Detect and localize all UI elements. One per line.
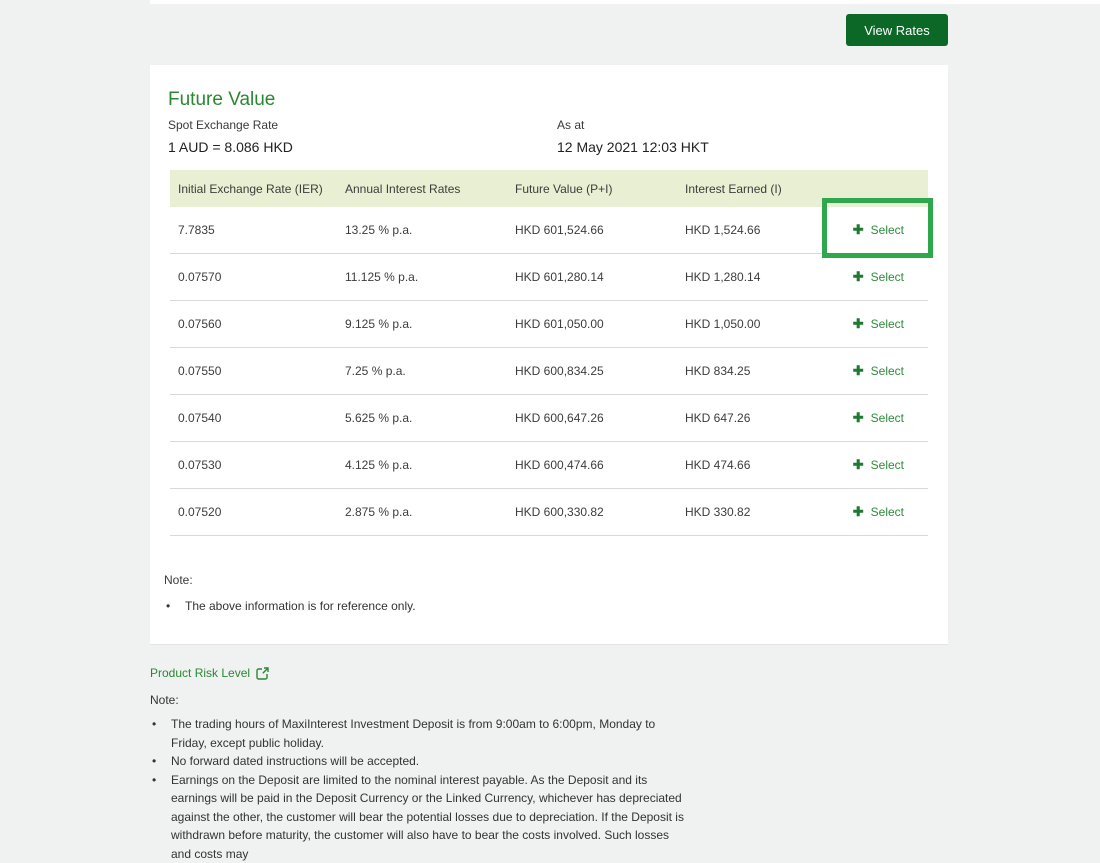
select-label: Select bbox=[871, 270, 904, 284]
table-row: 0.07540 5.625 % p.a. HKD 600,647.26 HKD … bbox=[170, 395, 928, 442]
page-title: Future Value bbox=[168, 89, 275, 111]
cell-interest-earned: HKD 834.25 bbox=[677, 364, 852, 378]
plus-icon: ✚ bbox=[853, 270, 864, 283]
header-ier: Initial Exchange Rate (IER) bbox=[170, 182, 337, 196]
cell-ier: 0.07530 bbox=[170, 458, 337, 472]
cell-future-value: HKD 600,330.82 bbox=[507, 505, 677, 519]
cell-annual-interest: 13.25 % p.a. bbox=[337, 223, 507, 237]
cell-select: ✚ Select bbox=[852, 411, 928, 426]
view-rates-button[interactable]: View Rates bbox=[846, 14, 948, 46]
cell-select: ✚ Select bbox=[852, 270, 928, 285]
plus-icon: ✚ bbox=[853, 364, 864, 377]
footer-note-item: Earnings on the Deposit are limited to t… bbox=[150, 771, 684, 863]
future-value-card: Future Value Spot Exchange Rate 1 AUD = … bbox=[150, 65, 948, 645]
cell-select: ✚ Select bbox=[852, 458, 928, 473]
cell-interest-earned: HKD 647.26 bbox=[677, 411, 852, 425]
cell-interest-earned: HKD 1,050.00 bbox=[677, 317, 852, 331]
select-link[interactable]: ✚ Select bbox=[853, 458, 904, 472]
footer-note-item: No forward dated instructions will be ac… bbox=[150, 752, 684, 771]
header-interest-earned: Interest Earned (I) bbox=[677, 182, 852, 196]
as-at: As at 12 May 2021 12:03 HKT bbox=[557, 118, 709, 155]
table-row: 0.07570 11.125 % p.a. HKD 601,280.14 HKD… bbox=[170, 254, 928, 301]
plus-icon: ✚ bbox=[853, 505, 864, 518]
product-risk-level-link[interactable]: Product Risk Level bbox=[150, 666, 269, 680]
cell-ier: 0.07560 bbox=[170, 317, 337, 331]
spot-rate-label: Spot Exchange Rate bbox=[168, 118, 293, 132]
table-row: 7.7835 13.25 % p.a. HKD 601,524.66 HKD 1… bbox=[170, 207, 928, 254]
header-annual-interest: Annual Interest Rates bbox=[337, 182, 507, 196]
select-link[interactable]: ✚ Select bbox=[853, 223, 904, 237]
cell-ier: 0.07540 bbox=[170, 411, 337, 425]
cell-annual-interest: 9.125 % p.a. bbox=[337, 317, 507, 331]
select-link[interactable]: ✚ Select bbox=[853, 364, 904, 378]
cell-annual-interest: 7.25 % p.a. bbox=[337, 364, 507, 378]
cell-future-value: HKD 600,834.25 bbox=[507, 364, 677, 378]
table-row: 0.07550 7.25 % p.a. HKD 600,834.25 HKD 8… bbox=[170, 348, 928, 395]
card-note-item: The above information is for reference o… bbox=[164, 597, 416, 616]
cell-select: ✚ Select bbox=[852, 364, 928, 379]
spot-rate-value: 1 AUD = 8.086 HKD bbox=[168, 139, 293, 155]
select-label: Select bbox=[871, 411, 904, 425]
as-at-value: 12 May 2021 12:03 HKT bbox=[557, 139, 709, 155]
cell-future-value: HKD 601,050.00 bbox=[507, 317, 677, 331]
as-at-label: As at bbox=[557, 118, 709, 132]
cell-annual-interest: 2.875 % p.a. bbox=[337, 505, 507, 519]
cell-select: ✚ Select bbox=[852, 505, 928, 520]
cell-annual-interest: 11.125 % p.a. bbox=[337, 270, 507, 284]
card-note: Note: The above information is for refer… bbox=[164, 573, 416, 616]
cell-select: ✚ Select bbox=[852, 317, 928, 332]
select-link[interactable]: ✚ Select bbox=[853, 317, 904, 331]
cell-annual-interest: 4.125 % p.a. bbox=[337, 458, 507, 472]
select-label: Select bbox=[871, 505, 904, 519]
select-link[interactable]: ✚ Select bbox=[853, 505, 904, 519]
cell-ier: 0.07520 bbox=[170, 505, 337, 519]
cell-ier: 7.7835 bbox=[170, 223, 337, 237]
footer-note-item: The trading hours of MaxiInterest Invest… bbox=[150, 715, 684, 752]
cell-interest-earned: HKD 1,280.14 bbox=[677, 270, 852, 284]
spot-exchange-rate: Spot Exchange Rate 1 AUD = 8.086 HKD bbox=[168, 118, 293, 155]
table-row: 0.07520 2.875 % p.a. HKD 600,330.82 HKD … bbox=[170, 489, 928, 536]
future-value-table: Initial Exchange Rate (IER) Annual Inter… bbox=[170, 170, 928, 536]
cell-interest-earned: HKD 330.82 bbox=[677, 505, 852, 519]
cell-ier: 0.07570 bbox=[170, 270, 337, 284]
card-note-label: Note: bbox=[164, 573, 416, 587]
table-row: 0.07530 4.125 % p.a. HKD 600,474.66 HKD … bbox=[170, 442, 928, 489]
cell-select: ✚ Select bbox=[852, 223, 928, 238]
table-header-row: Initial Exchange Rate (IER) Annual Inter… bbox=[170, 170, 928, 207]
cell-interest-earned: HKD 1,524.66 bbox=[677, 223, 852, 237]
cell-annual-interest: 5.625 % p.a. bbox=[337, 411, 507, 425]
cell-future-value: HKD 601,524.66 bbox=[507, 223, 677, 237]
select-label: Select bbox=[871, 458, 904, 472]
cell-future-value: HKD 600,647.26 bbox=[507, 411, 677, 425]
footer-note-label: Note: bbox=[150, 693, 698, 707]
cell-ier: 0.07550 bbox=[170, 364, 337, 378]
table-body: 7.7835 13.25 % p.a. HKD 601,524.66 HKD 1… bbox=[170, 207, 928, 536]
plus-icon: ✚ bbox=[853, 317, 864, 330]
external-link-icon bbox=[256, 667, 269, 680]
header-future-value: Future Value (P+I) bbox=[507, 182, 677, 196]
cell-future-value: HKD 601,280.14 bbox=[507, 270, 677, 284]
select-link[interactable]: ✚ Select bbox=[853, 411, 904, 425]
table-row: 0.07560 9.125 % p.a. HKD 601,050.00 HKD … bbox=[170, 301, 928, 348]
plus-icon: ✚ bbox=[853, 411, 864, 424]
cell-interest-earned: HKD 474.66 bbox=[677, 458, 852, 472]
select-label: Select bbox=[871, 223, 904, 237]
top-strip bbox=[150, 0, 1100, 4]
plus-icon: ✚ bbox=[853, 223, 864, 236]
select-label: Select bbox=[871, 317, 904, 331]
footer-notes-section: Product Risk Level Note: The trading hou… bbox=[150, 664, 698, 863]
select-label: Select bbox=[871, 364, 904, 378]
cell-future-value: HKD 600,474.66 bbox=[507, 458, 677, 472]
product-risk-level-label: Product Risk Level bbox=[150, 666, 250, 680]
plus-icon: ✚ bbox=[853, 458, 864, 471]
select-link[interactable]: ✚ Select bbox=[853, 270, 904, 284]
